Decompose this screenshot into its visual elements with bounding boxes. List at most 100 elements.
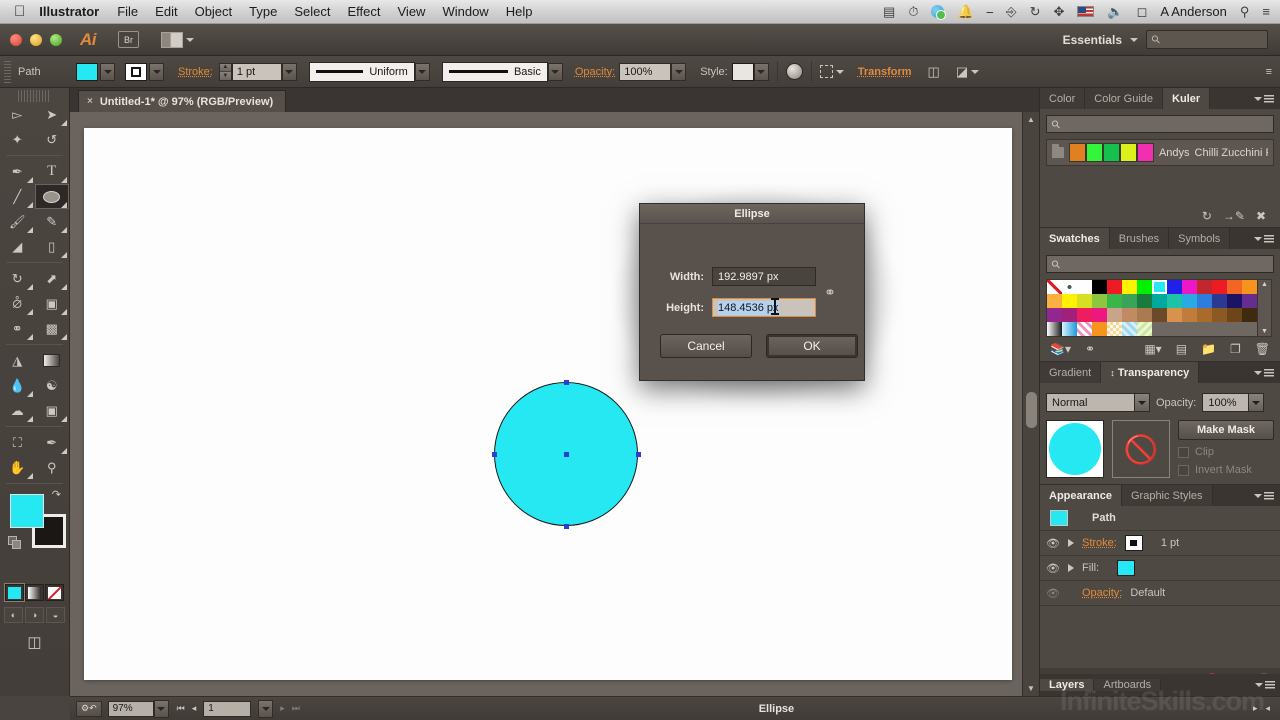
menu-view[interactable]: View — [398, 4, 426, 19]
anchor-point-left[interactable] — [492, 452, 497, 457]
brush-definition-select[interactable]: Basic — [441, 61, 548, 82]
brush-dropdown-arrow[interactable] — [547, 62, 563, 81]
edit-theme-icon[interactable]: ✖ — [1256, 209, 1266, 223]
graphic-style-swatch[interactable] — [731, 62, 754, 81]
swatch-cell[interactable] — [1197, 308, 1212, 322]
menu-type[interactable]: Type — [249, 4, 277, 19]
menu-help[interactable]: Help — [506, 4, 533, 19]
swatch-cell[interactable] — [1242, 308, 1257, 322]
tool-pen[interactable]: ✒ — [0, 159, 35, 184]
width-input[interactable]: 192.9897 px — [712, 267, 816, 286]
swatch-cell[interactable] — [1197, 294, 1212, 308]
stroke-profile-dropdown-arrow[interactable] — [414, 62, 430, 81]
object-thumbnail[interactable] — [1046, 420, 1104, 478]
tab-symbols[interactable]: Symbols — [1169, 228, 1231, 249]
color-mode-button[interactable] — [4, 583, 25, 602]
swap-fill-stroke-icon[interactable]: ↷ — [52, 488, 61, 501]
expand-arrow-icon[interactable] — [1068, 539, 1074, 547]
battery-icon[interactable]: ▤ — [883, 4, 895, 20]
swatch-cell[interactable] — [1122, 294, 1137, 308]
appearance-opacity-label[interactable]: Opacity: — [1082, 587, 1122, 599]
swatch-cell[interactable] — [1092, 308, 1107, 322]
swatches-search-input[interactable]: ⚲ — [1046, 255, 1274, 273]
tool-eraser[interactable]: ▯ — [35, 234, 70, 259]
fill-color-chip[interactable] — [1117, 560, 1136, 576]
anchor-point-right[interactable] — [636, 452, 641, 457]
tab-appearance[interactable]: Appearance — [1040, 485, 1122, 506]
transform-link[interactable]: Transform — [858, 66, 912, 78]
flag-icon[interactable] — [1077, 6, 1095, 17]
swatch-libraries-icon[interactable]: 📚▾ — [1050, 342, 1071, 356]
ok-button[interactable]: OK — [766, 334, 858, 358]
swatch-cell[interactable] — [1167, 308, 1182, 322]
bridge-button[interactable]: Br — [118, 31, 139, 48]
time-icon[interactable]: ◻ — [1137, 4, 1148, 20]
appearance-panel-menu-button[interactable] — [1248, 485, 1280, 506]
opacity-input[interactable]: 100% — [619, 62, 672, 81]
menu-effect[interactable]: Effect — [347, 4, 380, 19]
swatch-cell[interactable] — [1137, 322, 1152, 336]
user-name[interactable]: A Anderson — [1160, 4, 1227, 19]
tab-transparency[interactable]: ↕ Transparency — [1101, 362, 1200, 383]
swatch-cell[interactable] — [1077, 280, 1092, 294]
tool-line-segment[interactable]: ╱ — [0, 184, 35, 209]
align-icon[interactable]: ◫ — [928, 64, 940, 80]
spotlight-search-icon[interactable]: ⚲ — [1240, 4, 1250, 20]
scroll-down-icon[interactable]: ▼ — [1027, 684, 1035, 693]
swatch-cell[interactable] — [1092, 294, 1107, 308]
swatch-cell[interactable] — [1107, 294, 1122, 308]
tool-column-graph[interactable]: ▣ — [35, 398, 70, 423]
clip-row[interactable]: Clip — [1178, 446, 1274, 458]
anchor-point-center[interactable] — [564, 452, 569, 457]
tool-scale[interactable]: ⬈ — [35, 266, 70, 291]
appearance-row-fill[interactable]: 👁 Fill: — [1040, 556, 1280, 581]
swatch-cell[interactable] — [1227, 294, 1242, 308]
tool-gradient[interactable] — [35, 348, 70, 373]
scroll-up-icon[interactable]: ▲ — [1027, 115, 1035, 124]
tool-rotate[interactable]: ↻ — [0, 266, 35, 291]
style-dropdown-arrow[interactable] — [753, 62, 769, 81]
transparency-panel-menu-button[interactable] — [1248, 362, 1280, 383]
tool-symbol-sprayer[interactable]: ☁ — [0, 398, 35, 423]
swatch-cell[interactable] — [1242, 280, 1257, 294]
tool-zoom[interactable]: ⚲ — [35, 455, 70, 480]
artboard-dropdown-arrow[interactable] — [258, 699, 274, 718]
message-icon[interactable]: ⎯ — [987, 4, 994, 20]
layers-panel-menu-button[interactable] — [1249, 681, 1280, 689]
tool-pencil[interactable]: ✎ — [35, 209, 70, 234]
swatch-cell[interactable] — [1242, 294, 1257, 308]
stroke-dropdown-arrow[interactable] — [149, 62, 164, 81]
constrain-proportions-icon[interactable]: ⚭ — [821, 279, 839, 305]
swatch-cell[interactable] — [1107, 322, 1122, 336]
preferences-icon[interactable]: ⚙↶ — [76, 700, 102, 717]
cancel-button[interactable]: Cancel — [660, 334, 752, 358]
tab-color-guide[interactable]: Color Guide — [1085, 88, 1163, 109]
active-app-name[interactable]: Illustrator — [39, 4, 99, 19]
dropbox-icon[interactable] — [931, 5, 947, 20]
none-mode-button[interactable] — [45, 584, 64, 601]
swatch-cell[interactable] — [1092, 280, 1107, 294]
swatch-cell[interactable] — [1137, 308, 1152, 322]
menu-select[interactable]: Select — [294, 4, 330, 19]
swatch-cell[interactable] — [1167, 294, 1182, 308]
arrange-documents-button[interactable] — [161, 31, 194, 48]
bell-icon[interactable]: 🔔 — [957, 4, 973, 20]
new-swatch-icon[interactable]: ❐ — [1230, 342, 1241, 356]
control-bar-overflow-icon[interactable]: ≡ — [1266, 66, 1272, 78]
status-tool-name[interactable]: Ellipse — [759, 703, 794, 715]
swatch-cell[interactable] — [1227, 308, 1242, 322]
tool-direct-selection[interactable]: ➤ — [35, 102, 70, 127]
hscroll-left-icon[interactable]: ◂ — [1265, 703, 1270, 714]
swatch-cell[interactable] — [1182, 294, 1197, 308]
swatch-cell[interactable] — [1047, 294, 1062, 308]
apple-menu-icon[interactable]:  — [14, 4, 25, 19]
tool-perspective-grid[interactable]: ▩ — [35, 316, 70, 341]
swatch-cell[interactable] — [1077, 294, 1092, 308]
tab-layers[interactable]: Layers — [1040, 679, 1095, 691]
scroll-up-icon[interactable]: ▲ — [1261, 281, 1268, 288]
gradient-mode-button[interactable] — [25, 584, 44, 601]
appearance-fill-label[interactable]: Fill: — [1082, 562, 1099, 574]
swatch-cell[interactable] — [1227, 280, 1242, 294]
stroke-color-swatch[interactable] — [125, 62, 147, 81]
menu-object[interactable]: Object — [195, 4, 233, 19]
